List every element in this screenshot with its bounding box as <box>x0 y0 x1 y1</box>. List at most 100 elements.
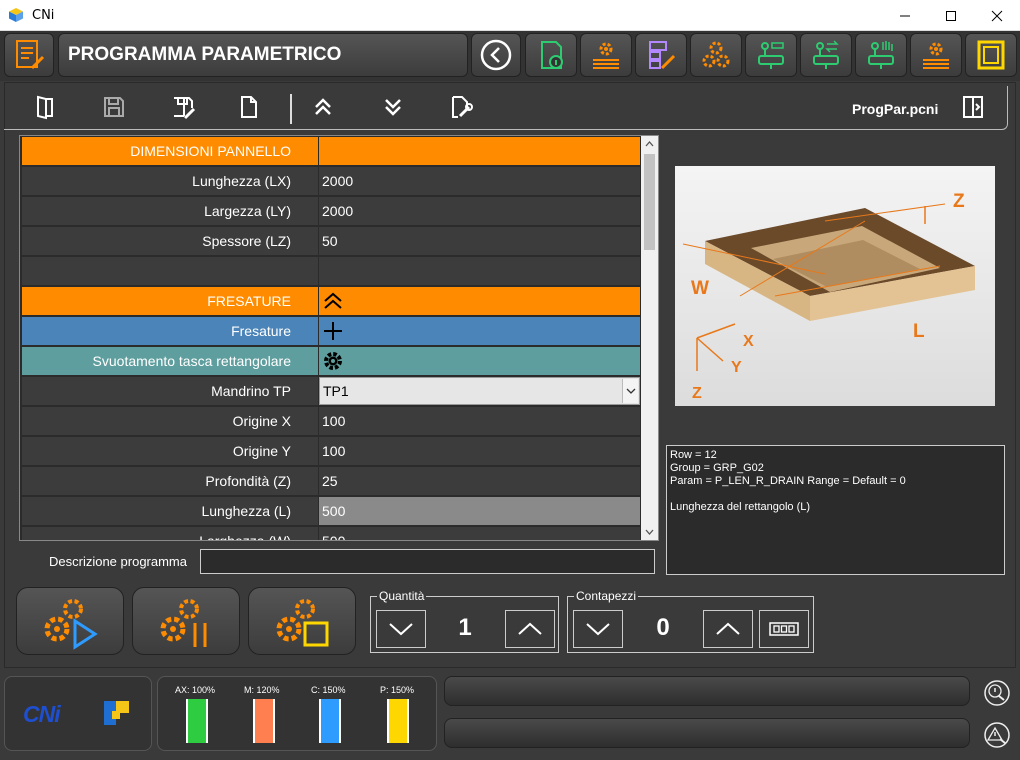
panel-view-button[interactable] <box>965 33 1017 77</box>
table-transfer-button[interactable] <box>800 33 852 77</box>
exit-program-button[interactable] <box>958 92 988 122</box>
override-bar[interactable] <box>253 699 275 743</box>
manual-table-button[interactable] <box>855 33 907 77</box>
exit-door-icon <box>963 96 983 118</box>
description-input[interactable] <box>200 549 655 574</box>
layout-edit-button[interactable] <box>635 33 687 77</box>
param-row[interactable]: Mandrino TP TP1 <box>22 377 640 405</box>
save-as-button[interactable] <box>168 92 198 122</box>
spindle-select[interactable]: TP1 <box>319 377 640 405</box>
scrollbar-thumb[interactable] <box>644 154 655 250</box>
open-button[interactable] <box>30 92 60 122</box>
operation-row[interactable]: Svuotamento tasca rettangolare <box>22 347 640 375</box>
alarm-warning-button[interactable] <box>980 718 1014 752</box>
quantity-increment-button[interactable] <box>505 610 555 648</box>
gears-play-icon <box>44 599 98 650</box>
collapse-group-icon[interactable] <box>322 290 344 312</box>
override-label: AX: 100% <box>175 685 216 695</box>
override-bar[interactable] <box>186 699 208 743</box>
row-value[interactable]: 25 <box>319 467 640 495</box>
tool-settings-button[interactable] <box>446 92 476 122</box>
row-label: Lunghezza (L) <box>22 497 318 525</box>
row-value[interactable] <box>319 257 640 285</box>
back-button[interactable] <box>471 33 521 77</box>
close-button[interactable] <box>974 0 1020 31</box>
cni-logo: CNi <box>23 701 62 727</box>
param-row[interactable]: Profondità (Z) 25 <box>22 467 640 495</box>
counter-reset-button[interactable] <box>759 610 809 648</box>
worktable-button[interactable] <box>745 33 797 77</box>
panel-preview: Z W L X Y Z <box>675 166 995 406</box>
row-value[interactable]: 500 <box>319 527 640 540</box>
row-value[interactable]: 100 <box>319 407 640 435</box>
quantity-decrement-button[interactable] <box>376 610 426 648</box>
row-value[interactable]: 50 <box>319 227 640 255</box>
program-info-button[interactable] <box>525 33 577 77</box>
parameters-button[interactable] <box>910 33 962 77</box>
row-label: Origine X <box>22 407 318 435</box>
piece-counter-decrement-button[interactable] <box>573 610 623 648</box>
new-button[interactable] <box>234 92 264 122</box>
app-cube-icon <box>9 8 23 22</box>
stop-button[interactable] <box>248 587 356 655</box>
run-button[interactable] <box>16 587 124 655</box>
chevron-down-icon[interactable] <box>622 379 638 403</box>
param-row[interactable]: Spessore (LZ) 50 <box>22 227 640 255</box>
row-label: Mandrino TP <box>22 377 318 405</box>
row-value[interactable]: 2000 <box>319 167 640 195</box>
program-filename: ProgPar.pcni <box>852 101 939 117</box>
param-row[interactable]: Origine X 100 <box>22 407 640 435</box>
pause-button[interactable] <box>132 587 240 655</box>
empty-row[interactable] <box>22 257 640 285</box>
machine-settings-button[interactable] <box>580 33 632 77</box>
add-icon[interactable] <box>322 320 344 342</box>
row-value <box>319 137 640 165</box>
alarm-info-button[interactable] <box>980 676 1014 710</box>
spindle-select-value: TP1 <box>323 383 349 399</box>
chevron-up-icon <box>518 622 542 635</box>
message-bar-bottom <box>444 718 970 748</box>
double-chevron-up-icon <box>315 98 331 115</box>
scroll-down-icon[interactable] <box>641 523 658 540</box>
row-value[interactable]: 100 <box>319 437 640 465</box>
tools-settings-button[interactable] <box>690 33 742 77</box>
parameter-grid[interactable]: DIMENSIONI PANNELLO Lunghezza (LX) 2000 … <box>19 135 659 541</box>
operation-row[interactable]: Fresature <box>22 317 640 345</box>
piece-counter-increment-button[interactable] <box>703 610 753 648</box>
pocket-diagram: Z W L X Y Z <box>675 166 995 406</box>
maximize-button[interactable] <box>928 0 974 31</box>
override-bar[interactable] <box>319 699 341 743</box>
window-titlebar: CNi <box>0 0 1020 31</box>
selected-param-row[interactable]: Lunghezza (L) 500 <box>22 497 640 525</box>
toolbar-separator <box>290 94 292 124</box>
param-row[interactable]: Largezza (LY) 2000 <box>22 197 640 225</box>
expand-all-button[interactable] <box>378 92 408 122</box>
param-row[interactable]: Larghezza (W) 500 <box>22 527 640 540</box>
row-value[interactable]: 2000 <box>319 197 640 225</box>
program-editor-button[interactable] <box>4 33 54 77</box>
quantity-value: 1 <box>458 614 472 641</box>
gears-pause-icon <box>160 599 207 647</box>
info-description: Lunghezza del rettangolo (L) <box>670 501 811 513</box>
save-button[interactable] <box>99 92 129 122</box>
override-bar[interactable] <box>387 699 409 743</box>
collapse-all-button[interactable] <box>308 92 338 122</box>
chevron-down-icon <box>389 623 413 636</box>
axis-z-label: Z <box>692 385 702 402</box>
row-label: FRESATURE <box>22 287 318 315</box>
minimize-button[interactable] <box>882 0 928 31</box>
gear-lines-icon <box>923 42 949 69</box>
param-row[interactable]: Origine Y 100 <box>22 437 640 465</box>
row-label <box>22 257 318 285</box>
row-label: Origine Y <box>22 437 318 465</box>
row-value <box>319 317 640 345</box>
gear-icon[interactable] <box>322 350 344 372</box>
group-row[interactable]: FRESATURE <box>22 287 640 315</box>
param-row[interactable]: Lunghezza (LX) 2000 <box>22 167 640 195</box>
grid-scrollbar[interactable] <box>641 136 658 540</box>
scroll-up-icon[interactable] <box>641 136 658 153</box>
row-value <box>319 347 640 375</box>
row-value[interactable]: 500 <box>319 497 640 525</box>
group-row[interactable]: DIMENSIONI PANNELLO <box>22 137 640 165</box>
piece-counter-group: Contapezzi 0 <box>567 589 814 653</box>
